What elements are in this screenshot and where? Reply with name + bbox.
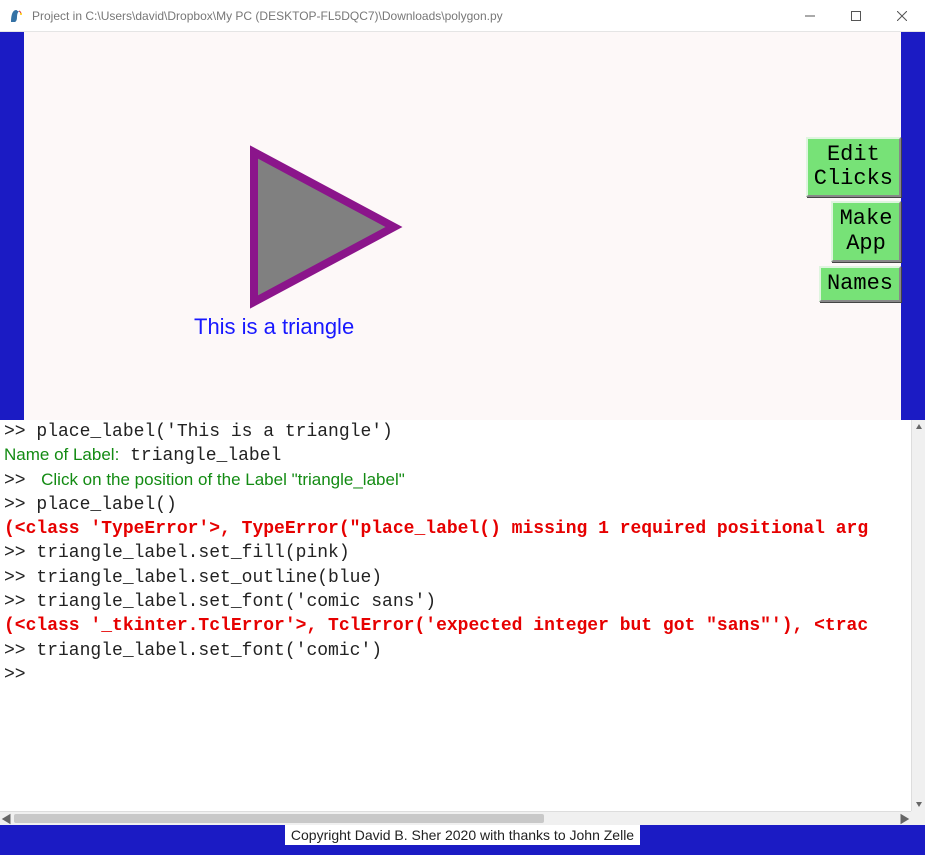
console-user-input: triangle_label — [119, 446, 281, 466]
console-area: >> place_label('This is a triangle') Nam… — [0, 420, 925, 825]
console-prompt-label: Name of Label: — [4, 445, 119, 464]
console-line: >> place_label('This is a triangle') — [4, 422, 393, 442]
console-output[interactable]: >> place_label('This is a triangle') Nam… — [0, 420, 911, 811]
console-prompt: >> — [4, 665, 26, 685]
console-line: >> triangle_label.set_outline(blue) — [4, 568, 382, 588]
close-button[interactable] — [879, 0, 925, 31]
scroll-corner — [911, 811, 925, 825]
button-label-line: Names — [827, 272, 893, 296]
drawing-canvas[interactable]: This is a triangle Edit Clicks Make App … — [24, 32, 901, 420]
console-line: >> triangle_label.set_font('comic sans') — [4, 592, 436, 612]
console-instruction: Click on the position of the Label "tria… — [36, 470, 404, 489]
console-error: (<class 'TypeError'>, TypeError("place_l… — [4, 519, 868, 539]
canvas-frame: This is a triangle Edit Clicks Make App … — [0, 32, 925, 420]
make-app-button[interactable]: Make App — [831, 201, 901, 261]
footer-bar: Copyright David B. Sher 2020 with thanks… — [0, 825, 925, 855]
window-title: Project in C:\Users\david\Dropbox\My PC … — [32, 9, 787, 23]
button-label-line: Edit — [814, 143, 893, 167]
scroll-left-arrow[interactable] — [0, 812, 14, 825]
app-icon — [8, 8, 24, 24]
console-line: >> place_label() — [4, 495, 177, 515]
scroll-down-arrow[interactable] — [912, 797, 925, 811]
scroll-right-arrow[interactable] — [897, 812, 911, 825]
edit-clicks-button[interactable]: Edit Clicks — [806, 137, 901, 197]
triangle-shape[interactable] — [244, 142, 404, 312]
horizontal-scrollbar[interactable] — [0, 811, 911, 825]
button-label-line: Make — [839, 207, 893, 231]
window-controls — [787, 0, 925, 31]
copyright-label: Copyright David B. Sher 2020 with thanks… — [285, 825, 640, 845]
console-error: (<class '_tkinter.TclError'>, TclError('… — [4, 616, 868, 636]
names-button[interactable]: Names — [819, 266, 901, 302]
vertical-scrollbar[interactable] — [911, 420, 925, 811]
scroll-up-arrow[interactable] — [912, 420, 925, 434]
scroll-track[interactable] — [14, 812, 897, 825]
console-line: >> triangle_label.set_font('comic') — [4, 641, 382, 661]
minimize-button[interactable] — [787, 0, 833, 31]
window-title-bar: Project in C:\Users\david\Dropbox\My PC … — [0, 0, 925, 32]
button-label-line: App — [839, 232, 893, 256]
side-button-panel: Edit Clicks Make App Names — [806, 137, 901, 306]
console-line: >> triangle_label.set_fill(pink) — [4, 543, 350, 563]
console-prompt: >> — [4, 471, 36, 491]
maximize-button[interactable] — [833, 0, 879, 31]
scroll-thumb[interactable] — [14, 814, 544, 823]
triangle-label[interactable]: This is a triangle — [194, 314, 354, 340]
button-label-line: Clicks — [814, 167, 893, 191]
